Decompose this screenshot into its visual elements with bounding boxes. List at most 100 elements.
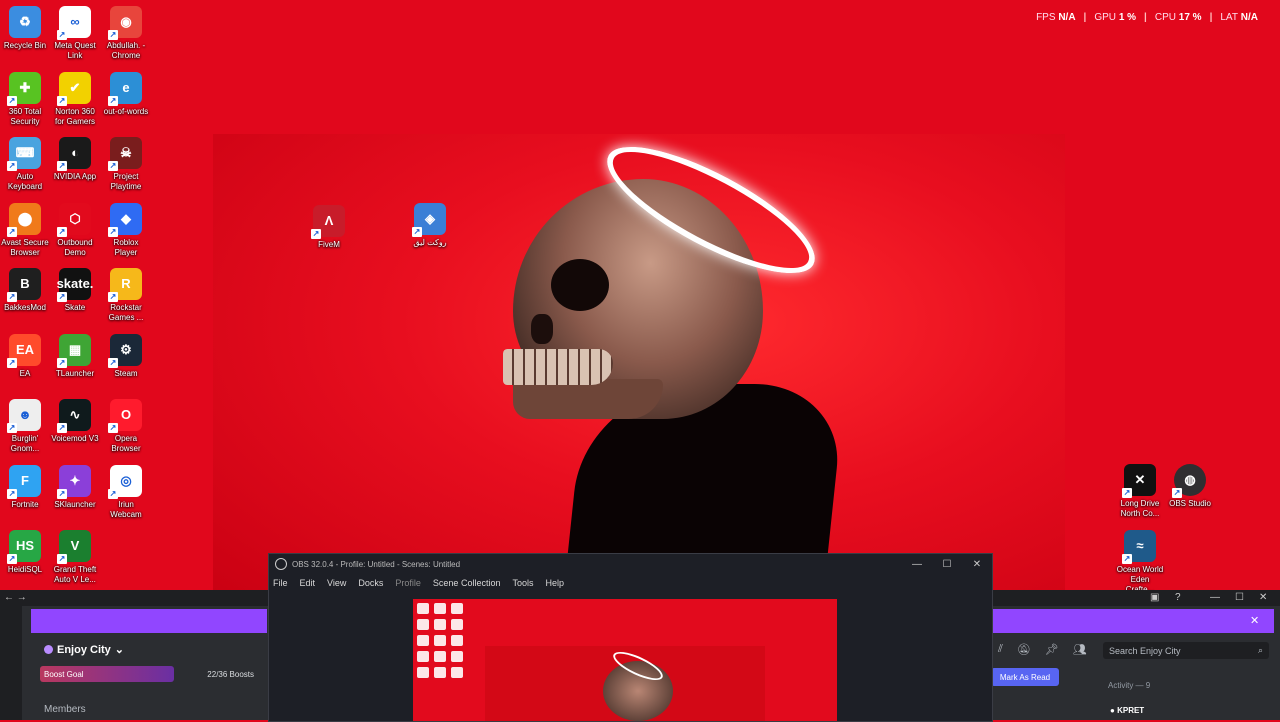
recycle-bin-icon: ♻ — [9, 6, 41, 38]
shortcut-label: روكت ليق — [413, 238, 447, 247]
shortcut-label: TLauncher — [55, 368, 95, 378]
desktop-shortcut[interactable]: OOpera Browser — [102, 399, 150, 454]
pin-icon[interactable]: 📌︎ — [1045, 643, 1059, 656]
desktop-shortcut[interactable]: ⌨Auto Keyboard — [1, 137, 49, 192]
desktop-shortcut[interactable]: ✚360 Total Security — [1, 71, 49, 127]
lat-value: N/A — [1240, 12, 1258, 23]
gpu-value: 1 % — [1118, 12, 1137, 23]
shortcut-label: FiveM — [318, 240, 340, 249]
rocket-league-icon: ◈ — [412, 203, 446, 237]
desktop-shortcut[interactable]: HSHeidiSQL — [1, 530, 49, 575]
banner-close-icon[interactable]: ✕ — [1250, 614, 1259, 627]
help-icon[interactable]: ? — [1175, 592, 1181, 603]
desktop-shortcut[interactable]: ∿Voicemod V3 — [51, 399, 99, 444]
desktop-shortcut-obs-studio[interactable]: ◍ OBS Studio — [1166, 464, 1214, 509]
activity-header[interactable]: Activity — 9 — [1108, 681, 1150, 690]
obs-menu-item[interactable]: Tools — [512, 578, 533, 588]
desktop-shortcut[interactable]: BBakkesMod — [1, 268, 49, 313]
desktop-shortcut[interactable]: ◎Iriun Webcam — [102, 464, 150, 520]
desktop-shortcut[interactable]: ◉Abdullah. - Chrome — [102, 6, 150, 61]
desktop-shortcut[interactable]: ✔Norton 360 for Gamers — [51, 71, 99, 127]
obs-menu-item[interactable]: Scene Collection — [433, 578, 501, 588]
server-banner — [31, 609, 267, 633]
desktop-shortcut[interactable]: ◆Roblox Player — [102, 202, 150, 258]
desktop-shortcut-long-drive[interactable]: ✕ Long Drive North Co... — [1116, 464, 1164, 519]
chevron-down-icon: ⌄ — [114, 644, 125, 656]
close-icon[interactable]: ✕ — [1259, 592, 1267, 603]
shortcut-label: EA — [19, 368, 31, 378]
lat-label: LAT — [1220, 12, 1238, 23]
inbox-icon[interactable]: ▣ — [1150, 592, 1159, 603]
shortcut-label: Abdullah. - Chrome — [106, 41, 146, 60]
boost-count: 22/36 Boosts — [207, 669, 254, 679]
desktop-shortcut[interactable]: ⚙Steam — [102, 333, 150, 379]
desktop-shortcut[interactable]: VGrand Theft Auto V Le... — [51, 530, 99, 585]
member-list-icon[interactable]: 👥︎ — [1073, 643, 1087, 656]
desktop-shortcut[interactable]: skate.Skate — [51, 268, 99, 313]
members-heading[interactable]: Members — [44, 704, 86, 715]
preview-icon — [451, 635, 463, 646]
desktop-shortcut[interactable]: eout-of-words — [102, 71, 150, 117]
bakkesmod-icon: B — [7, 268, 41, 302]
maximize-icon[interactable]: ☐ — [1235, 592, 1244, 603]
obs-menu-item[interactable]: View — [327, 578, 346, 588]
cpu-value: 17 % — [1178, 12, 1202, 23]
obs-preview-canvas[interactable] — [413, 599, 837, 721]
member-item[interactable]: ● KPRET — [1110, 706, 1144, 715]
close-icon[interactable]: ✕ — [962, 559, 992, 570]
desktop-shortcut[interactable]: ⬡Outbound Demo — [51, 202, 99, 258]
desktop-shortcut[interactable]: ▦TLauncher — [51, 333, 99, 379]
minimize-icon[interactable]: — — [1210, 592, 1220, 603]
shortcut-label: Long Drive North Co... — [1120, 499, 1160, 518]
obs-menu-item[interactable]: Edit — [300, 578, 316, 588]
back-icon[interactable]: ← → — [4, 592, 27, 603]
edge-icon: e — [108, 71, 142, 106]
obs-menu-item[interactable]: Profile — [395, 578, 421, 588]
search-input[interactable]: Search Enjoy City ⌕ — [1103, 642, 1269, 659]
desktop-shortcut[interactable]: FFortnite — [1, 464, 49, 510]
preview-icon — [417, 603, 429, 614]
chrome-icon: ◉ — [108, 6, 142, 40]
avast-icon: ⬤ — [7, 202, 41, 237]
desktop-shortcut[interactable]: ✦SKlauncher — [51, 464, 99, 510]
desktop-shortcut[interactable]: RRockstar Games ... — [102, 268, 150, 323]
desktop-shortcut[interactable]: ♻ Recycle Bin — [1, 6, 49, 51]
desktop-shortcut-ocean-world[interactable]: ≈ Ocean World Eden Crafte... — [1116, 530, 1164, 595]
obs-titlebar[interactable]: OBS 32.0.4 - Profile: Untitled - Scenes:… — [269, 554, 992, 574]
meta-quest-icon: ∞ — [57, 6, 91, 40]
obs-menu-item[interactable]: File — [273, 578, 288, 588]
minimize-icon[interactable]: — — [902, 559, 932, 570]
preview-icon — [451, 667, 463, 678]
desktop-shortcut-fivem[interactable]: Λ FiveM — [305, 205, 353, 250]
desktop-shortcut[interactable]: ◐NVIDIA App — [51, 137, 99, 182]
shortcut-label: Voicemod V3 — [51, 434, 99, 443]
server-name-header[interactable]: Enjoy City ⌄ — [44, 643, 124, 656]
obs-menubar: File Edit View Docks Profile Scene Collection… — [269, 574, 992, 592]
desktop-shortcut[interactable]: ☻Burglin' Gnom... — [1, 399, 49, 454]
shortcut-label: Steam — [114, 368, 138, 378]
mute-icon[interactable]: 🔕︎ — [1017, 643, 1031, 656]
preview-icon — [434, 619, 446, 630]
desktop-shortcut-rocket-league[interactable]: ◈ روكت ليق — [406, 203, 454, 248]
shortcut-label: Roblox Player — [113, 237, 139, 257]
performance-overlay: FPS N/A | GPU 1 % | CPU 17 % | LAT N/A — [1036, 12, 1258, 23]
mark-as-read-button[interactable]: Mark As Read — [991, 668, 1059, 686]
boost-goal-label: Boost Goal — [44, 669, 84, 679]
desktop-shortcut[interactable]: EAEA — [1, 333, 49, 379]
obs-menu-item[interactable]: Help — [545, 578, 564, 588]
shortcut-label: Meta Quest Link — [54, 41, 96, 60]
fps-label: FPS — [1036, 12, 1056, 23]
desktop-shortcut[interactable]: ∞Meta Quest Link — [51, 6, 99, 61]
voicemod-icon: ∿ — [57, 399, 91, 433]
fortnite-icon: F — [7, 464, 41, 499]
maximize-icon[interactable]: ☐ — [932, 559, 962, 570]
avatar: ● — [1110, 706, 1115, 715]
threads-icon[interactable]: ⫽ — [998, 643, 1003, 656]
desktop-shortcut[interactable]: ☠Project Playtime — [102, 137, 150, 192]
obs-menu-item[interactable]: Docks — [358, 578, 383, 588]
desktop-shortcut[interactable]: ⬤Avast Secure Browser — [1, 202, 49, 258]
shortcut-label: OBS Studio — [1169, 499, 1211, 508]
search-icon: ⌕ — [1257, 645, 1263, 655]
preview-desktop-icons — [417, 603, 465, 678]
boost-goal[interactable]: Boost Goal 22/36 Boosts — [40, 666, 260, 682]
